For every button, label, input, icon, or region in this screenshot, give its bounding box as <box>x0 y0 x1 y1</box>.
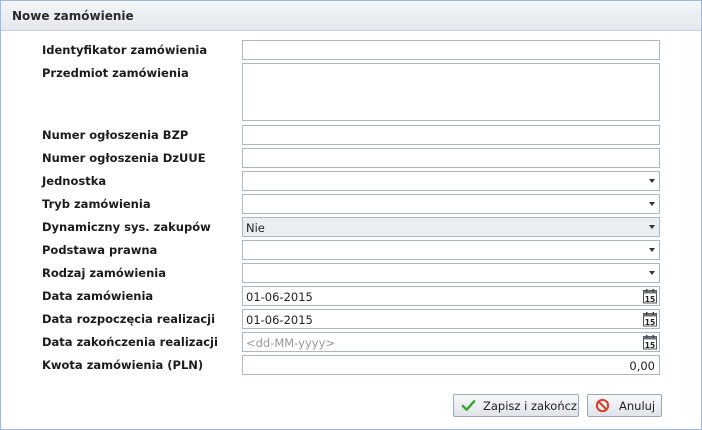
order-id-label: Identyfikator zamówienia <box>42 43 208 57</box>
dialog-title: Nowe zamówienie <box>12 9 134 23</box>
chevron-down-icon[interactable] <box>649 271 655 275</box>
end-date-input[interactable]: <dd-MM-yyyy> 15 <box>242 332 660 352</box>
end-date-placeholder: <dd-MM-yyyy> <box>246 336 336 350</box>
procedure-label: Tryb zamówienia <box>42 197 151 211</box>
order-subject-label: Przedmiot zamówienia <box>42 66 189 80</box>
check-icon <box>461 400 476 411</box>
calendar-icon-text: 15 <box>645 318 655 327</box>
cancel-button-label: Anuluj <box>619 399 656 413</box>
unit-label: Jednostka <box>42 174 107 188</box>
save-button-label: Zapisz i zakończ <box>483 399 577 413</box>
calendar-icon-text: 15 <box>645 341 655 350</box>
chevron-down-icon[interactable] <box>649 225 655 229</box>
dynamic-system-label: Dynamiczny sys. zakupów <box>42 220 211 234</box>
cancel-button[interactable]: Anuluj <box>587 394 662 417</box>
unit-select[interactable] <box>242 171 660 191</box>
dynamic-system-value: Nie <box>246 221 265 235</box>
dzuue-number-input[interactable] <box>242 148 660 168</box>
order-date-input[interactable]: 01-06-2015 15 <box>242 286 660 306</box>
calendar-icon-text: 15 <box>645 295 655 304</box>
save-and-finish-button[interactable]: Zapisz i zakończ <box>453 394 579 417</box>
order-date-value: 01-06-2015 <box>246 290 313 304</box>
dynamic-system-select[interactable]: Nie <box>242 217 660 237</box>
bzp-number-input[interactable] <box>242 125 660 145</box>
calendar-icon[interactable]: 15 <box>642 311 658 327</box>
legal-basis-select[interactable] <box>242 240 660 260</box>
dialog-titlebar: Nowe zamówienie <box>1 1 701 31</box>
end-date-label: Data zakończenia realizacji <box>42 335 218 349</box>
amount-value: 0,00 <box>629 359 655 373</box>
chevron-down-icon[interactable] <box>649 248 655 252</box>
procedure-select[interactable] <box>242 194 660 214</box>
chevron-down-icon[interactable] <box>649 179 655 183</box>
amount-input[interactable]: 0,00 <box>242 355 660 375</box>
start-date-value: 01-06-2015 <box>246 313 313 327</box>
calendar-icon[interactable]: 15 <box>642 288 658 304</box>
order-date-label: Data zamówienia <box>42 289 154 303</box>
calendar-icon[interactable]: 15 <box>642 334 658 350</box>
order-type-label: Rodzaj zamówienia <box>42 266 166 280</box>
cancel-icon <box>595 398 610 413</box>
new-order-dialog: Nowe zamówienie Identyfikator zamówienia… <box>0 0 702 430</box>
order-id-input[interactable] <box>242 40 660 60</box>
order-type-select[interactable] <box>242 263 660 283</box>
start-date-label: Data rozpoczęcia realizacji <box>42 312 216 326</box>
amount-label: Kwota zamówienia (PLN) <box>42 358 204 372</box>
bzp-number-label: Numer ogłoszenia BZP <box>42 128 189 142</box>
start-date-input[interactable]: 01-06-2015 15 <box>242 309 660 329</box>
legal-basis-label: Podstawa prawna <box>42 243 158 257</box>
chevron-down-icon[interactable] <box>649 202 655 206</box>
order-subject-textarea[interactable] <box>242 63 660 121</box>
dzuue-number-label: Numer ogłoszenia DzUUE <box>42 151 206 165</box>
